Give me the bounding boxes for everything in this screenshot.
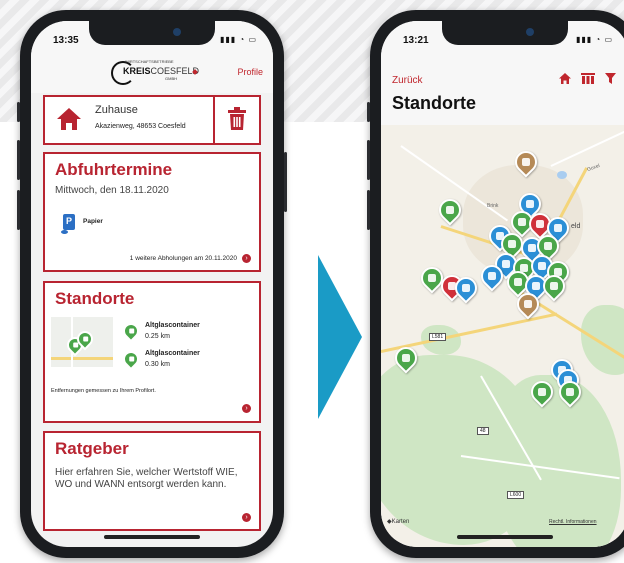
map-pin-green[interactable] bbox=[434, 194, 466, 226]
trash-icon[interactable] bbox=[227, 107, 247, 131]
chevron-right-icon[interactable]: › bbox=[242, 513, 251, 522]
home-card[interactable]: Zuhause Akazienweg, 48653 Coesfeld bbox=[43, 95, 261, 145]
status-time: 13:21 bbox=[403, 35, 429, 46]
ratgeber-title: Ratgeber bbox=[55, 439, 129, 458]
place-label: Goxel bbox=[586, 162, 601, 174]
back-button[interactable]: Zurück bbox=[392, 75, 423, 86]
notch bbox=[89, 21, 215, 45]
camera bbox=[173, 28, 181, 36]
mute-switch bbox=[367, 102, 370, 122]
locations-map[interactable]: L581 48 L600 eld Goxel Brink ◆Karten Rec… bbox=[381, 125, 624, 547]
distance-note: Entfernungen gemessen zu Ihrem Profilort… bbox=[51, 388, 156, 394]
more-pickups[interactable]: 1 weitere Abholungen am 20.11.2020 bbox=[130, 255, 237, 262]
location-distance: 0.25 km bbox=[145, 333, 170, 340]
left-phone: 13:35 ▮▮▮ ◔ ▭ WIRTSCHAFTSBETRIEBE KREISC… bbox=[17, 10, 287, 558]
home-icon[interactable] bbox=[559, 73, 571, 84]
glass-pin-icon bbox=[119, 347, 143, 371]
road-label: 48 bbox=[477, 427, 489, 435]
forward-arrow bbox=[318, 255, 362, 419]
filter-icon[interactable] bbox=[605, 73, 616, 84]
standorte-card[interactable]: Standorte Altglascontainer 0.25 km Altgl… bbox=[43, 281, 261, 423]
mute-switch bbox=[17, 102, 20, 122]
location-name: Altglascontainer bbox=[145, 322, 200, 329]
camera bbox=[526, 28, 534, 36]
right-phone: 13:21 ▮▮▮ ◔ ▭ Zurück Standorte L581 48 L… bbox=[367, 10, 624, 558]
abfuhrtermine-title: Abfuhrtermine bbox=[55, 160, 173, 179]
paper-bin-letter: P bbox=[65, 216, 72, 226]
chevron-right-icon[interactable]: › bbox=[242, 404, 251, 413]
paper-bin-base bbox=[61, 230, 68, 234]
standorte-title: Standorte bbox=[55, 289, 135, 308]
abfuhr-date: Mittwoch, den 18.11.2020 bbox=[55, 185, 169, 196]
abfuhrtermine-card[interactable]: Abfuhrtermine Mittwoch, den 18.11.2020 P… bbox=[43, 152, 261, 272]
logo-tagline: WIRTSCHAFTSBETRIEBE bbox=[125, 59, 174, 64]
kreis-coesfeld-logo: WIRTSCHAFTSBETRIEBE KREISCOESFELD GMBH bbox=[111, 59, 199, 85]
volume-up-button bbox=[17, 140, 20, 180]
location-distance: 0.30 km bbox=[145, 361, 170, 368]
road-label: L600 bbox=[507, 491, 525, 499]
volume-down-button bbox=[367, 190, 370, 230]
maps-attribution: Karten bbox=[391, 519, 410, 525]
home-icon bbox=[57, 108, 81, 130]
bin-label: Papier bbox=[83, 218, 103, 225]
status-icons: ▮▮▮ ◔ ▭ bbox=[219, 35, 257, 44]
bin-row-icon[interactable] bbox=[581, 73, 595, 84]
logo-suffix: GMBH bbox=[165, 76, 177, 81]
glass-pin-icon bbox=[119, 319, 143, 343]
status-icons: ▮▮▮ ◔ ▭ bbox=[575, 35, 613, 44]
logo-brand-bold: KREIS bbox=[123, 66, 151, 76]
volume-up-button bbox=[367, 140, 370, 180]
road-label: L581 bbox=[429, 333, 447, 341]
place-label: Brink bbox=[487, 203, 499, 209]
place-label: eld bbox=[571, 223, 581, 230]
logo-name: KREISCOESFELD bbox=[123, 66, 199, 76]
notch bbox=[442, 21, 568, 45]
left-screen: 13:35 ▮▮▮ ◔ ▭ WIRTSCHAFTSBETRIEBE KREISC… bbox=[31, 21, 273, 547]
paper-bin-icon: P bbox=[63, 214, 75, 230]
legal-info-link[interactable]: Rechtl. Informationen bbox=[549, 519, 597, 525]
home-divider bbox=[213, 97, 215, 143]
power-button bbox=[284, 152, 287, 212]
water bbox=[557, 171, 567, 179]
home-indicator[interactable] bbox=[457, 535, 553, 539]
mini-map bbox=[51, 317, 113, 367]
minor-road bbox=[550, 127, 624, 167]
page-title: Standorte bbox=[392, 93, 477, 113]
home-title: Zuhause bbox=[95, 104, 138, 116]
chevron-right-icon[interactable]: › bbox=[242, 254, 251, 263]
home-address: Akazienweg, 48653 Coesfeld bbox=[95, 123, 186, 130]
location-name: Altglascontainer bbox=[145, 350, 200, 357]
right-screen: 13:21 ▮▮▮ ◔ ▭ Zurück Standorte L581 48 L… bbox=[381, 21, 624, 547]
profile-link[interactable]: Profile bbox=[237, 67, 263, 77]
status-time: 13:35 bbox=[53, 35, 79, 46]
home-indicator[interactable] bbox=[104, 535, 200, 539]
mini-map-road bbox=[51, 357, 113, 360]
apple-maps-logo: ◆Karten bbox=[387, 518, 409, 525]
ratgeber-card[interactable]: Ratgeber Hier erfahren Sie, welcher Wert… bbox=[43, 431, 261, 531]
volume-down-button bbox=[17, 190, 20, 230]
ratgeber-text: Hier erfahren Sie, welcher Wertstoff WIE… bbox=[55, 467, 238, 490]
forest-area bbox=[581, 305, 624, 375]
